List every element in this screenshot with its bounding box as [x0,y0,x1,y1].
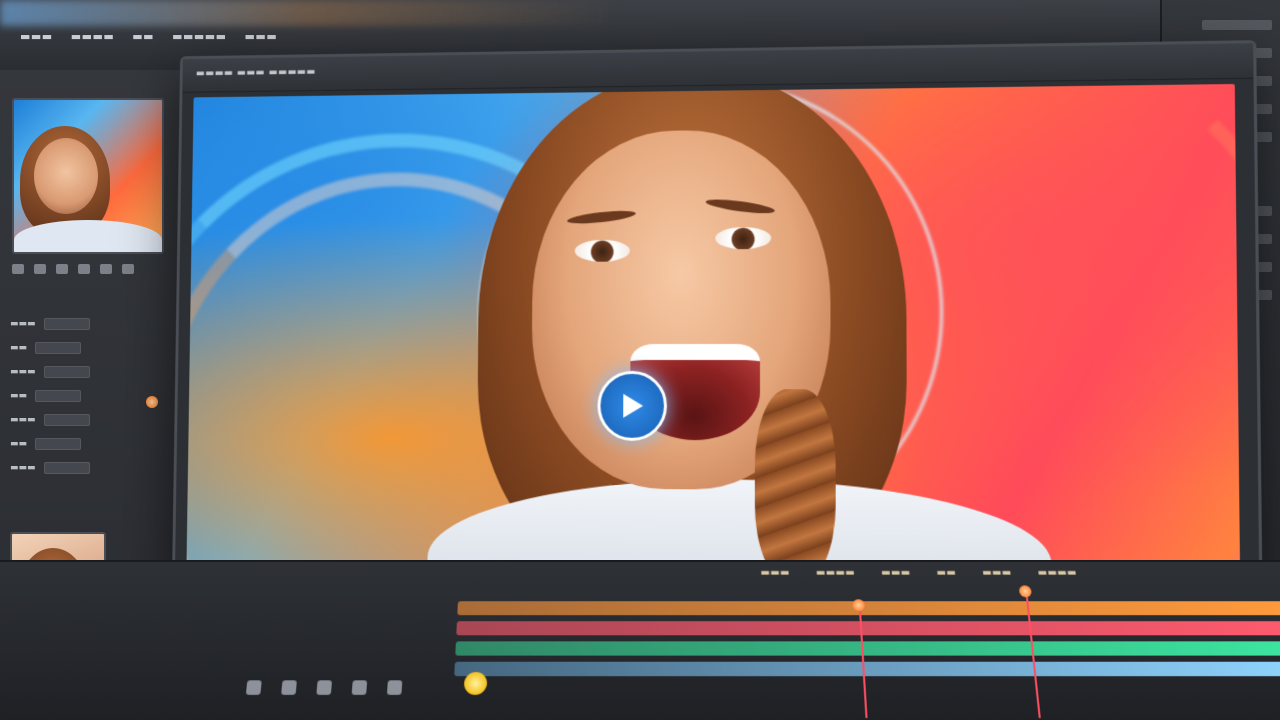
thumbnail-toolbar [12,264,134,274]
keyframe-dot[interactable] [146,396,158,408]
tool-icon-3[interactable] [56,264,68,274]
preview-canvas[interactable] [186,83,1241,597]
menu-item-4[interactable]: ▬▬▬▬▬ [172,30,226,43]
property-row-7[interactable]: ▬▬▬ [10,460,90,476]
tool-icon-1[interactable] [12,264,24,274]
property-row-2[interactable]: ▬▬ [10,340,82,356]
playhead-handle-2[interactable] [1018,585,1033,598]
thumbnail-shirt [14,220,162,252]
timeline-ruler: ▬▬▬ ▬▬▬▬ ▬▬▬ ▬▬ ▬▬▬ ▬▬▬▬ [760,568,1077,579]
ruler-label-6: ▬▬▬▬ [1037,567,1078,579]
play-button[interactable] [597,370,668,441]
timeline-tool-4[interactable] [351,680,368,695]
menu-item-2[interactable]: ▬▬▬▬ [71,30,115,43]
timeline-tool-1[interactable] [245,680,262,695]
property-row-1[interactable]: ▬▬▬ [10,316,90,332]
timeline-track-orange[interactable] [457,601,1280,616]
right-bar-1[interactable] [1202,20,1272,30]
property-row-6[interactable]: ▬▬ [10,436,82,452]
timeline-tool-2[interactable] [281,680,297,695]
timeline-panel: ▬▬▬ ▬▬▬▬ ▬▬▬ ▬▬ ▬▬▬ ▬▬▬▬ [0,560,1280,720]
media-thumbnail-1[interactable] [12,98,164,254]
ruler-label-4: ▬▬ [936,567,957,579]
ruler-label-5: ▬▬▬ [981,567,1013,579]
ruler-label-2: ▬▬▬▬ [815,567,856,579]
ruler-label-1: ▬▬▬ [760,567,791,579]
menu-item-5[interactable]: ▬▬▬ [245,30,278,43]
preview-title: ▬▬▬▬ ▬▬▬ ▬▬▬▬▬ [195,66,316,80]
timeline-tools [245,680,403,695]
thumbnail-face [34,138,98,214]
property-row-4[interactable]: ▬▬ [10,388,82,404]
timeline-marker[interactable] [463,672,488,695]
tool-icon-2[interactable] [34,264,46,274]
tool-icon-6[interactable] [122,264,134,274]
timeline-tool-5[interactable] [386,680,403,695]
video-editor-screen: ▬▬▬ ▬▬▬▬ ▬▬ ▬▬▬▬▬ ▬▬▬ ▬▬▬ ▬▬ ▬▬▬ ▬▬ ▬▬▬ … [0,0,1280,720]
tool-icon-5[interactable] [100,264,112,274]
timeline-tool-3[interactable] [316,680,333,695]
timeline-track-red[interactable] [456,621,1280,636]
menu-item-3[interactable]: ▬▬ [132,30,154,43]
property-row-3[interactable]: ▬▬▬ [10,364,90,380]
menu-item-1[interactable]: ▬▬▬ [20,30,53,43]
playhead-handle-1[interactable] [852,599,866,612]
timeline-track-blue[interactable] [454,661,1280,677]
tool-icon-4[interactable] [78,264,90,274]
ruler-label-3: ▬▬▬ [880,567,911,579]
timeline-track-green[interactable] [455,641,1280,656]
property-row-5[interactable]: ▬▬▬ [10,412,90,428]
top-glow [0,0,620,26]
play-icon [623,393,644,418]
portrait-braid [754,389,836,582]
top-menu: ▬▬▬ ▬▬▬▬ ▬▬ ▬▬▬▬▬ ▬▬▬ [20,30,277,43]
